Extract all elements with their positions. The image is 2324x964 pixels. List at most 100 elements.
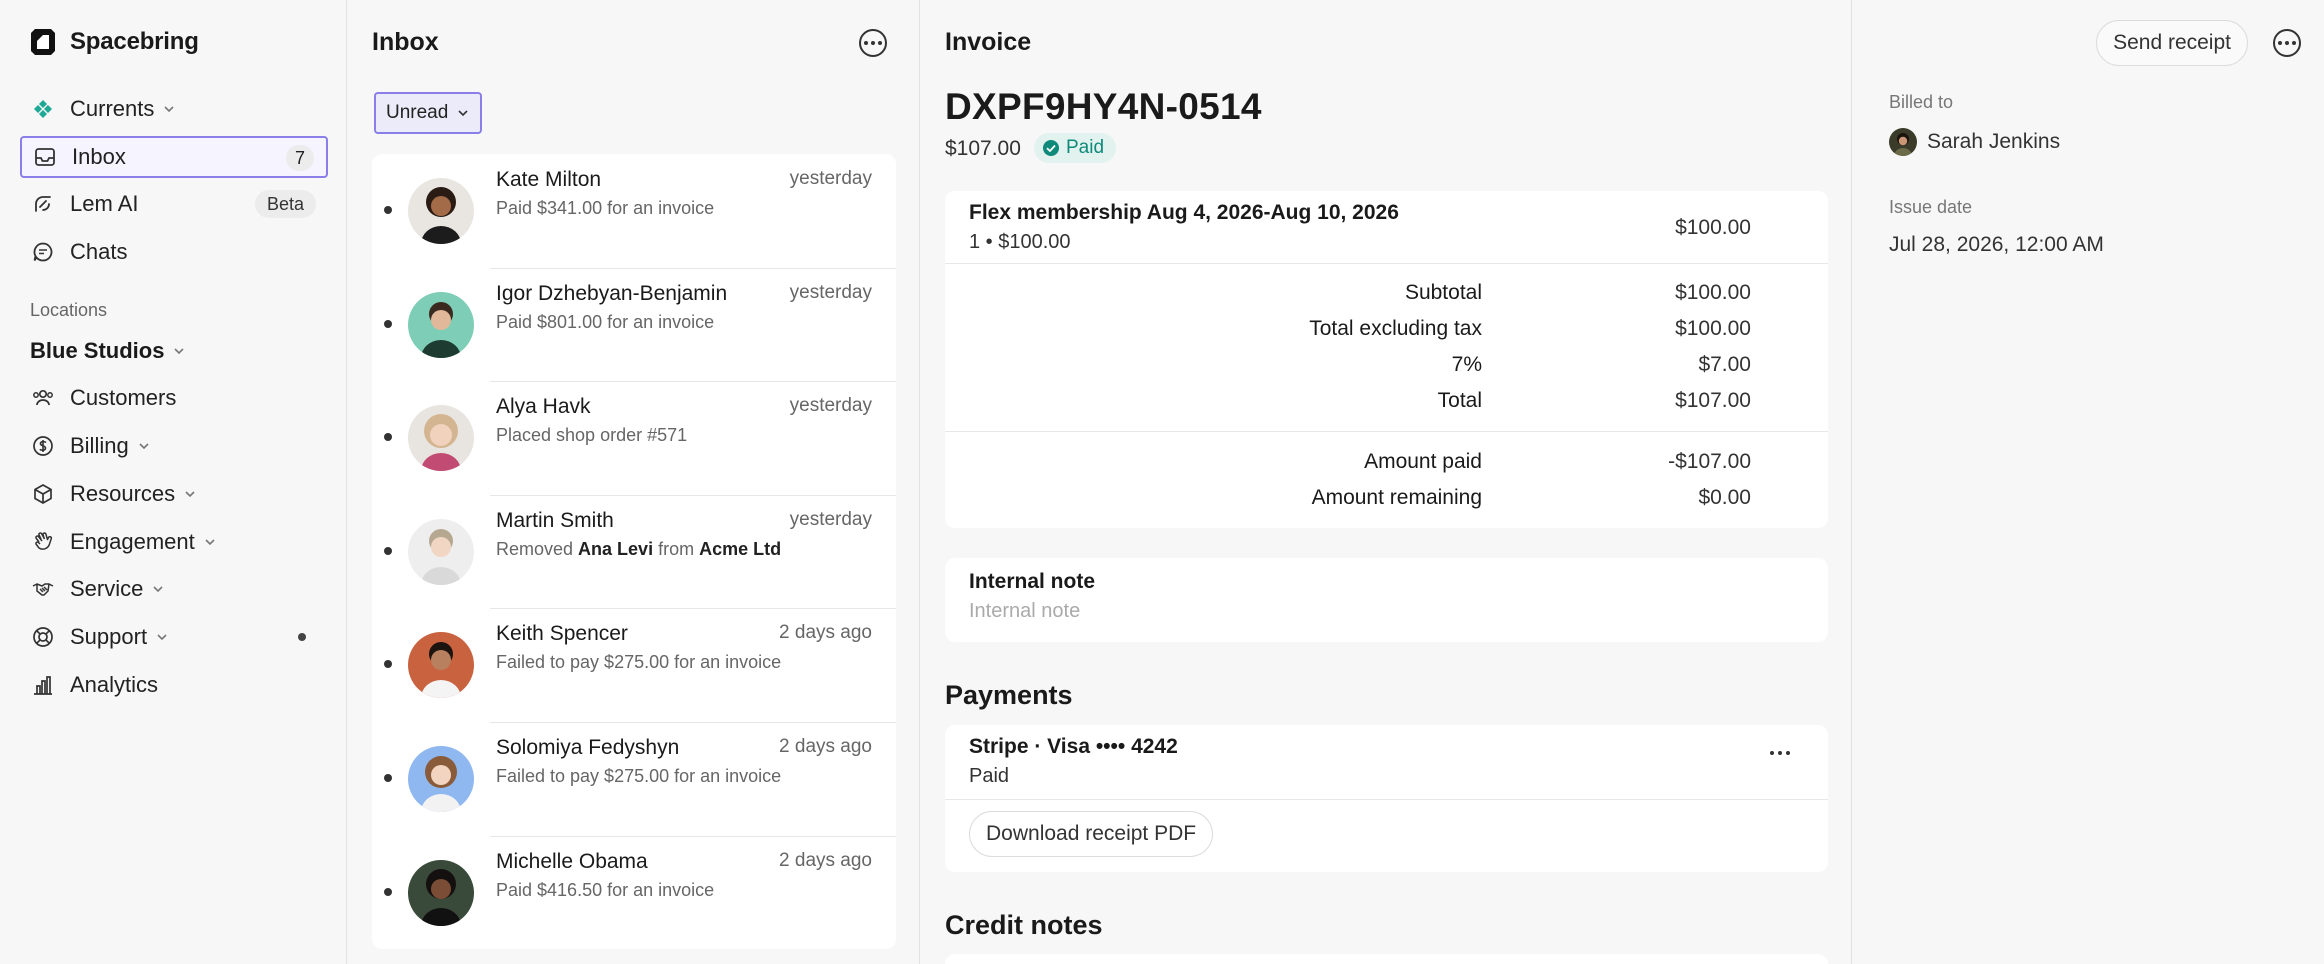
avatar — [408, 859, 474, 926]
message-preview: Paid $341.00 for an invoice — [496, 198, 715, 218]
more-options-icon[interactable] — [2273, 29, 2301, 57]
total-value: $107.00 — [1675, 389, 1751, 412]
inbox-panel: Inbox Unread Kate Milton yesterday Paid … — [348, 0, 920, 964]
sidebar-item-inbox[interactable]: Inbox 7 — [20, 136, 328, 178]
inbox-title: Inbox — [372, 28, 439, 56]
subtotal-value: $100.00 — [1675, 281, 1751, 304]
divider — [945, 263, 1828, 264]
sidebar-item-label: Analytics — [70, 672, 159, 697]
amount-remaining-value: $0.00 — [1698, 486, 1751, 509]
list-item[interactable]: Alya Havk yesterday Placed shop order #5… — [372, 381, 896, 495]
sidebar-item-label: Support — [70, 624, 148, 649]
line-item-quantity: 1 • $100.00 — [969, 231, 1071, 253]
sidebar-item-label: Service — [70, 576, 144, 601]
subtotal-label: Subtotal — [1404, 281, 1482, 304]
message-preview: Failed to pay $275.00 for an invoice — [496, 652, 782, 673]
message-time: yesterday — [789, 395, 872, 417]
total-excl-tax-label: Total excluding tax — [1309, 317, 1482, 340]
send-receipt-button[interactable]: Send receipt — [2096, 20, 2248, 66]
divider — [945, 431, 1828, 432]
message-list: Kate Milton yesterday Paid $341.00 for a… — [372, 154, 896, 950]
list-item[interactable]: Igor Dzhebyan-Benjamin yesterday Paid $8… — [372, 267, 896, 382]
chevron-down-icon — [139, 443, 149, 450]
payment-status: Paid — [969, 765, 1010, 787]
invoice-panel: Invoice DXPF9HY4N-0514 $107.00 Paid Flex… — [921, 0, 1852, 964]
avatar — [408, 518, 474, 585]
total-label: Total — [1437, 389, 1482, 412]
sidebar-item-service[interactable]: Service — [20, 568, 328, 610]
sidebar-item-label: Billing — [70, 433, 129, 458]
lifebuoy-icon — [30, 624, 56, 650]
unread-dot — [384, 887, 392, 896]
unread-dot — [298, 633, 306, 641]
message-preview: Failed to pay $275.00 for an invoice — [496, 765, 782, 786]
sidebar-item-billing[interactable]: Billing — [20, 425, 328, 467]
amount-paid-label: Amount paid — [1364, 450, 1482, 473]
sidebar-item-resources[interactable]: Resources — [20, 473, 328, 515]
unread-count-badge: 7 — [286, 145, 314, 171]
status-badge: Paid — [1034, 133, 1117, 163]
sender-name: Michelle Obama — [496, 849, 648, 873]
list-item[interactable]: Keith Spencer 2 days ago Failed to pay $… — [372, 608, 896, 722]
chevron-down-icon — [153, 586, 163, 593]
list-item[interactable]: Martin Smith yesterday Removed Ana Levi … — [372, 494, 896, 609]
details-panel: Send receipt Billed to Sarah Jenkins Iss… — [1853, 0, 2324, 964]
payment-card: Stripe · Visa •••• 4242 Paid Download re… — [945, 725, 1828, 872]
total-excl-tax-value: $100.00 — [1675, 317, 1751, 340]
line-item-title: Flex membership Aug 4, 2026-Aug 10, 2026 — [969, 201, 1399, 224]
unread-dot — [384, 433, 392, 442]
sender-name: Igor Dzhebyan-Benjamin — [496, 281, 728, 305]
tax-rate-label: 7% — [1451, 353, 1482, 376]
message-preview: Paid $416.50 for an invoice — [496, 879, 715, 900]
ai-sparkle-icon — [30, 191, 56, 217]
download-receipt-button[interactable]: Download receipt PDF — [969, 811, 1214, 857]
message-time: 2 days ago — [779, 735, 872, 757]
message-time: 2 days ago — [779, 622, 872, 644]
avatar — [408, 178, 474, 244]
chevron-down-icon — [185, 491, 195, 498]
avatar — [1889, 128, 1917, 156]
billed-to-customer[interactable]: Sarah Jenkins — [1889, 128, 2060, 156]
invoice-amount: $107.00 — [945, 137, 1021, 160]
chevron-down-icon — [205, 539, 215, 546]
sidebar-item-customers[interactable]: Customers — [20, 377, 328, 419]
beta-badge: Beta — [254, 190, 316, 218]
invoice-number: DXPF9HY4N-0514 — [945, 86, 1262, 127]
list-item[interactable]: Michelle Obama 2 days ago Paid $416.50 f… — [372, 835, 896, 950]
list-item[interactable]: Kate Milton yesterday Paid $341.00 for a… — [372, 154, 896, 268]
unread-dot — [384, 546, 392, 555]
payment-more-icon[interactable] — [1770, 751, 1790, 755]
message-preview: Paid $801.00 for an invoice — [496, 311, 715, 332]
status-label: Paid — [1066, 137, 1105, 158]
sender-name: Martin Smith — [496, 508, 614, 532]
chevron-down-icon — [174, 348, 185, 355]
inbox-icon — [32, 144, 58, 170]
sidebar-item-analytics[interactable]: Analytics — [20, 664, 328, 706]
unread-filter-dropdown[interactable]: Unread — [374, 92, 483, 134]
list-item[interactable]: Solomiya Fedyshyn 2 days ago Failed to p… — [372, 721, 896, 836]
avatar — [408, 745, 474, 812]
chat-bubble-icon — [30, 239, 56, 265]
sidebar: Spacebring Currents Inbox 7 Lem AI Beta … — [0, 0, 347, 964]
amount-paid-value: -$107.00 — [1668, 450, 1751, 473]
sender-name: Alya Havk — [496, 395, 591, 419]
more-options-icon[interactable] — [859, 29, 887, 57]
spacebring-logo-icon — [31, 29, 55, 55]
credit-notes-card — [945, 954, 1828, 964]
sidebar-item-chats[interactable]: Chats — [20, 231, 328, 273]
sidebar-item-label: Chats — [70, 239, 128, 264]
sidebar-item-label: Customers — [70, 385, 177, 410]
brand[interactable]: Spacebring — [30, 28, 199, 56]
sidebar-item-currents[interactable]: Currents — [20, 88, 328, 130]
bar-chart-icon — [30, 672, 56, 698]
billed-to-label: Billed to — [1889, 92, 1954, 112]
filter-label: Unread — [386, 102, 449, 123]
sidebar-item-engagement[interactable]: Engagement — [20, 521, 328, 563]
location-name: Blue Studios — [30, 338, 165, 363]
location-switcher[interactable]: Blue Studios — [30, 338, 186, 364]
sidebar-item-support[interactable]: Support — [20, 616, 328, 658]
sidebar-item-label: Lem AI — [70, 191, 139, 216]
sidebar-item-lem-ai[interactable]: Lem AI Beta — [20, 183, 328, 225]
internal-note-input[interactable]: Internal note — [969, 600, 1080, 623]
sender-name: Kate Milton — [496, 168, 602, 191]
